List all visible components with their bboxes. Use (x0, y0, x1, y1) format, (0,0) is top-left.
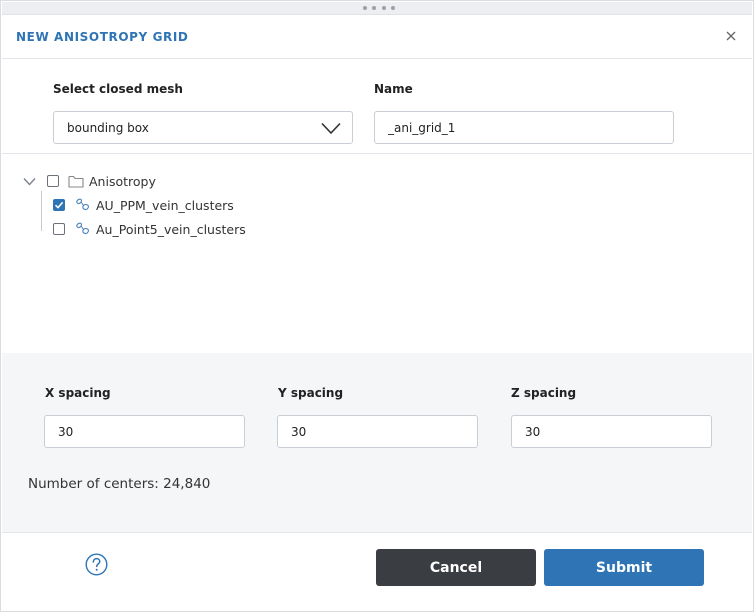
y-spacing-label: Y spacing (278, 386, 344, 400)
anisotropy-checkbox[interactable] (47, 175, 59, 187)
close-icon[interactable] (725, 30, 737, 42)
tree-node-anisotropy[interactable]: Anisotropy (23, 171, 156, 191)
number-of-centers: Number of centers: 24,840 (28, 476, 211, 492)
cancel-button[interactable]: Cancel (376, 549, 536, 586)
dialog-drag-bar[interactable] (2, 2, 752, 15)
tree-node-au-point5-vein-clusters[interactable]: Au_Point5_vein_clusters (53, 219, 246, 239)
tree-guide-line (41, 191, 42, 231)
submit-button[interactable]: Submit (544, 549, 704, 586)
chevron-down-icon[interactable] (23, 177, 36, 186)
dialog-header: NEW ANISOTROPY GRID (2, 15, 752, 59)
vein-cluster-icon (76, 222, 89, 235)
au-ppm-checkbox[interactable] (53, 199, 65, 211)
tree-node-label: Au_Point5_vein_clusters (96, 221, 246, 237)
closed-mesh-select-value: bounding box (67, 121, 149, 135)
y-spacing-input[interactable] (277, 415, 478, 448)
tree-node-label: AU_PPM_vein_clusters (96, 197, 234, 213)
folder-icon (68, 175, 84, 188)
section-divider (2, 153, 752, 154)
chevron-down-icon (321, 122, 341, 135)
au-point5-checkbox[interactable] (53, 223, 65, 235)
name-label: Name (374, 82, 413, 96)
z-spacing-input[interactable] (511, 415, 712, 448)
footer-divider (2, 532, 752, 533)
dialog-title: NEW ANISOTROPY GRID (16, 30, 189, 44)
drag-handle-icon[interactable] (363, 6, 395, 12)
x-spacing-label: X spacing (45, 386, 111, 400)
name-input[interactable] (374, 111, 674, 144)
x-spacing-input[interactable] (44, 415, 245, 448)
vein-cluster-icon (76, 198, 89, 211)
anisotropy-grid-dialog: NEW ANISOTROPY GRID Select closed mesh b… (0, 0, 754, 612)
tree-node-label: Anisotropy (89, 173, 156, 189)
mesh-select-label: Select closed mesh (53, 82, 183, 96)
closed-mesh-select[interactable]: bounding box (53, 111, 353, 144)
z-spacing-label: Z spacing (511, 386, 577, 400)
help-icon[interactable] (85, 553, 108, 576)
tree-node-au-ppm-vein-clusters[interactable]: AU_PPM_vein_clusters (53, 195, 234, 215)
